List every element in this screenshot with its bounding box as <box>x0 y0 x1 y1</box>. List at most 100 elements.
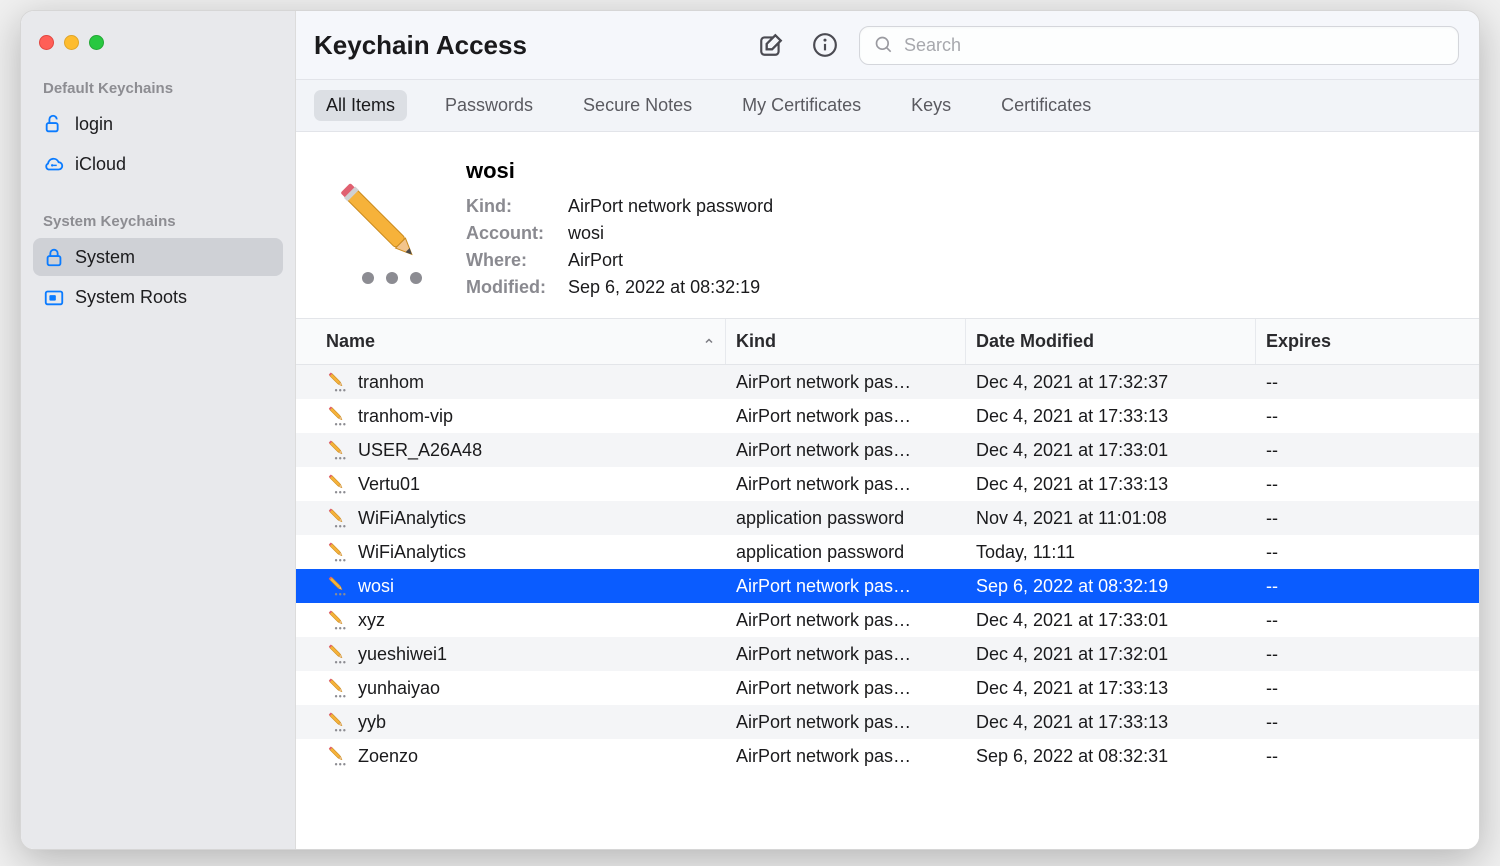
row-name: WiFiAnalytics <box>358 542 466 563</box>
row-expires: -- <box>1256 433 1479 467</box>
info-button[interactable] <box>805 25 845 65</box>
compose-button[interactable] <box>751 25 791 65</box>
table-row[interactable]: yunhaiyao AirPort network pas… Dec 4, 20… <box>296 671 1479 705</box>
column-header-expires[interactable]: Expires <box>1256 319 1479 364</box>
tab-my-certificates[interactable]: My Certificates <box>730 90 873 121</box>
tab-certificates[interactable]: Certificates <box>989 90 1103 121</box>
row-expires: -- <box>1256 365 1479 399</box>
row-expires: -- <box>1256 705 1479 739</box>
row-name: yueshiwei1 <box>358 644 447 665</box>
row-expires: -- <box>1256 603 1479 637</box>
main-pane: Keychain Access <box>296 11 1479 849</box>
tab-passwords[interactable]: Passwords <box>433 90 545 121</box>
row-date: Dec 4, 2021 at 17:33:13 <box>966 671 1256 705</box>
row-expires: -- <box>1256 399 1479 433</box>
password-item-icon <box>326 405 348 427</box>
detail-modified: Modified: Sep 6, 2022 at 08:32:19 <box>466 277 773 298</box>
row-kind: AirPort network pas… <box>726 739 966 773</box>
cloud-icon <box>43 153 65 175</box>
row-name: USER_A26A48 <box>358 440 482 461</box>
sidebar-item-system[interactable]: System <box>33 238 283 276</box>
sidebar-item-label: login <box>75 114 113 135</box>
sidebar-item-label: System Roots <box>75 287 187 308</box>
password-item-icon <box>326 507 348 529</box>
row-date: Dec 4, 2021 at 17:33:01 <box>966 433 1256 467</box>
row-kind: application password <box>726 501 966 535</box>
table-row[interactable]: WiFiAnalytics application password Today… <box>296 535 1479 569</box>
password-item-icon <box>326 745 348 767</box>
password-item-icon <box>326 371 348 393</box>
detail-where: Where: AirPort <box>466 250 773 271</box>
sidebar-item-icloud[interactable]: iCloud <box>33 145 283 183</box>
sidebar-section-default: Default Keychains <box>33 74 283 103</box>
unlock-icon <box>43 113 65 135</box>
row-date: Dec 4, 2021 at 17:33:13 <box>966 399 1256 433</box>
detail-account-value: wosi <box>568 223 604 244</box>
table-row[interactable]: Zoenzo AirPort network pas… Sep 6, 2022 … <box>296 739 1479 773</box>
password-item-icon <box>326 677 348 699</box>
tab-secure-notes[interactable]: Secure Notes <box>571 90 704 121</box>
sidebar-item-label: System <box>75 247 135 268</box>
table-row[interactable]: tranhom AirPort network pas… Dec 4, 2021… <box>296 365 1479 399</box>
detail-modified-label: Modified: <box>466 277 558 298</box>
row-expires: -- <box>1256 467 1479 501</box>
row-name: Vertu01 <box>358 474 420 495</box>
row-date: Nov 4, 2021 at 11:01:08 <box>966 501 1256 535</box>
sidebar-item-login[interactable]: login <box>33 105 283 143</box>
row-expires: -- <box>1256 637 1479 671</box>
column-header-name[interactable]: Name <box>296 319 726 364</box>
detail-panel: wosi Kind: AirPort network password Acco… <box>296 132 1479 318</box>
detail-where-value: AirPort <box>568 250 623 271</box>
detail-where-label: Where: <box>466 250 558 271</box>
detail-kind: Kind: AirPort network password <box>466 196 773 217</box>
row-date: Dec 4, 2021 at 17:33:01 <box>966 603 1256 637</box>
row-kind: AirPort network pas… <box>726 433 966 467</box>
password-item-icon <box>326 711 348 733</box>
password-item-icon <box>326 643 348 665</box>
table-row[interactable]: tranhom-vip AirPort network pas… Dec 4, … <box>296 399 1479 433</box>
row-expires: -- <box>1256 501 1479 535</box>
zoom-window-button[interactable] <box>89 35 104 50</box>
table-row[interactable]: yyb AirPort network pas… Dec 4, 2021 at … <box>296 705 1479 739</box>
row-kind: AirPort network pas… <box>726 671 966 705</box>
sort-ascending-icon <box>703 331 715 352</box>
sidebar-item-system-roots[interactable]: System Roots <box>33 278 283 316</box>
row-name: WiFiAnalytics <box>358 508 466 529</box>
table-row[interactable]: USER_A26A48 AirPort network pas… Dec 4, … <box>296 433 1479 467</box>
table-row[interactable]: xyz AirPort network pas… Dec 4, 2021 at … <box>296 603 1479 637</box>
detail-title: wosi <box>466 158 773 184</box>
row-kind: application password <box>726 535 966 569</box>
search-input[interactable] <box>904 35 1444 56</box>
row-name: tranhom <box>358 372 424 393</box>
row-name: yyb <box>358 712 386 733</box>
table-row[interactable]: Vertu01 AirPort network pas… Dec 4, 2021… <box>296 467 1479 501</box>
tab-all-items[interactable]: All Items <box>314 90 407 121</box>
detail-account: Account: wosi <box>466 223 773 244</box>
row-kind: AirPort network pas… <box>726 569 966 603</box>
minimize-window-button[interactable] <box>64 35 79 50</box>
close-window-button[interactable] <box>39 35 54 50</box>
category-tabs: All Items Passwords Secure Notes My Cert… <box>296 80 1479 132</box>
row-name: tranhom-vip <box>358 406 453 427</box>
row-date: Dec 4, 2021 at 17:32:01 <box>966 637 1256 671</box>
row-name: wosi <box>358 576 394 597</box>
detail-account-label: Account: <box>466 223 558 244</box>
row-date: Today, 11:11 <box>966 535 1256 569</box>
table-row[interactable]: WiFiAnalytics application password Nov 4… <box>296 501 1479 535</box>
column-header-kind[interactable]: Kind <box>726 319 966 364</box>
column-header-date[interactable]: Date Modified <box>966 319 1256 364</box>
row-name: xyz <box>358 610 385 631</box>
row-date: Sep 6, 2022 at 08:32:19 <box>966 569 1256 603</box>
row-date: Dec 4, 2021 at 17:33:13 <box>966 705 1256 739</box>
row-expires: -- <box>1256 569 1479 603</box>
tab-keys[interactable]: Keys <box>899 90 963 121</box>
certificate-stack-icon <box>43 286 65 308</box>
lock-icon <box>43 246 65 268</box>
password-item-icon <box>326 439 348 461</box>
search-field[interactable] <box>859 26 1459 65</box>
window-controls <box>33 29 283 74</box>
table-row[interactable]: wosi AirPort network pas… Sep 6, 2022 at… <box>296 569 1479 603</box>
table-row[interactable]: yueshiwei1 AirPort network pas… Dec 4, 2… <box>296 637 1479 671</box>
row-kind: AirPort network pas… <box>726 637 966 671</box>
detail-kind-value: AirPort network password <box>568 196 773 217</box>
